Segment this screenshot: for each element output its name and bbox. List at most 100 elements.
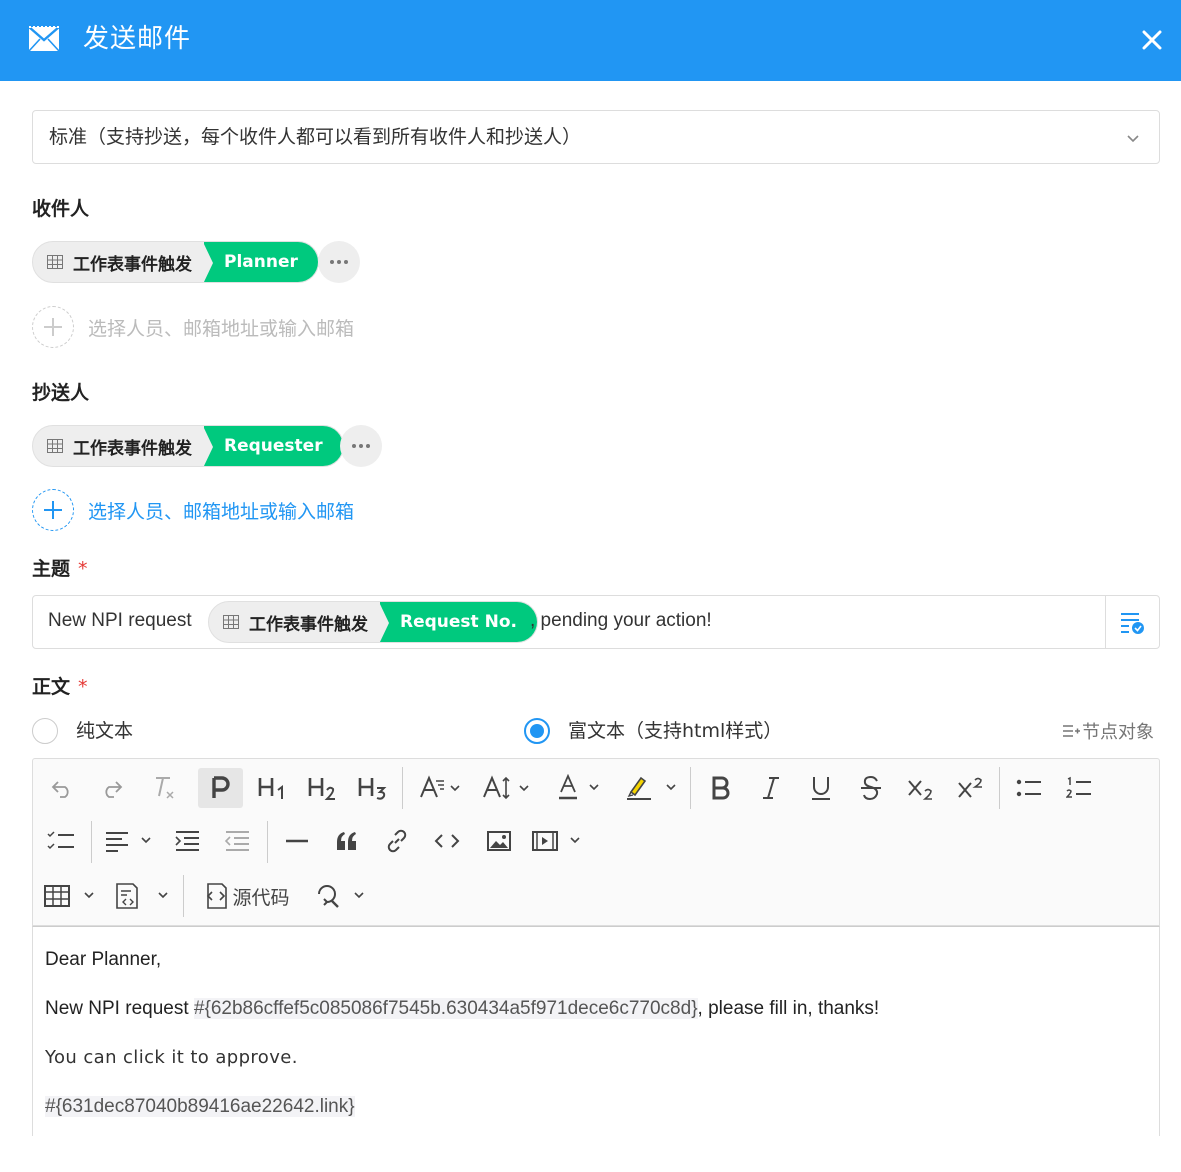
body-line-2-prefix: New NPI request (45, 998, 194, 1019)
cc-label: 抄送人 (32, 382, 90, 404)
recipient-tag[interactable]: 工作表事件触发 Planner (32, 241, 319, 283)
mail-icon (28, 26, 60, 52)
body-line-1: Dear Planner, (45, 949, 162, 970)
source-code-label: 源代码 (232, 887, 290, 909)
checklist-icon (47, 831, 74, 850)
subject-tag-field: Request No. (379, 602, 537, 642)
subject-input[interactable]: New NPI request 工作表事件触发 Request No. , pe… (32, 595, 1160, 649)
line-height-icon (483, 775, 529, 800)
dialog-title: 发送邮件 (83, 24, 192, 54)
subject-tag[interactable]: 工作表事件触发 Request No. (208, 601, 538, 643)
radio-rich-text[interactable] (524, 718, 550, 744)
table-icon (44, 885, 94, 907)
strikethrough-button[interactable] (851, 768, 891, 808)
table-icon (47, 255, 63, 269)
subject-suffix: , pending your action! (530, 610, 712, 631)
clear-format-button[interactable] (143, 768, 185, 808)
toolbar-separator (183, 875, 184, 917)
cc-more-button[interactable] (340, 425, 382, 467)
code-icon (434, 834, 460, 848)
undo-icon (51, 781, 69, 798)
toolbar-separator (999, 767, 1000, 809)
outdent-icon (224, 831, 249, 851)
find-replace-dropdown[interactable] (311, 876, 371, 916)
clear-format-icon (156, 777, 174, 799)
recipients-label: 收件人 (32, 198, 90, 220)
table-icon (47, 439, 63, 453)
insert-field-icon[interactable] (1119, 610, 1145, 634)
link-icon (387, 829, 407, 853)
horizontal-line-button[interactable] (277, 821, 317, 861)
recipient-more-button[interactable] (318, 241, 360, 283)
recipient-add[interactable]: 选择人员、邮箱地址或输入邮箱 (32, 306, 354, 348)
link-button[interactable] (377, 821, 417, 861)
find-replace-icon (318, 885, 364, 908)
cc-add[interactable]: 选择人员、邮箱地址或输入邮箱 (32, 489, 354, 531)
radio-plain-text[interactable] (32, 718, 58, 744)
bulleted-list-icon (1016, 779, 1041, 797)
subject-prefix: New NPI request (48, 610, 192, 631)
body-line-2: New NPI request #{62b86cffef5c085086f754… (45, 998, 879, 1020)
source-code-button[interactable]: 源代码 (195, 876, 295, 916)
table-dropdown[interactable] (41, 876, 101, 916)
indent-button[interactable] (167, 821, 207, 861)
close-icon[interactable] (1138, 26, 1166, 54)
align-dropdown[interactable] (101, 821, 157, 861)
italic-button[interactable] (751, 768, 791, 808)
heading2-icon (308, 778, 335, 800)
quote-icon (337, 832, 356, 850)
heading1-button[interactable] (253, 768, 293, 808)
cc-tag[interactable]: 工作表事件触发 Requester (32, 425, 344, 467)
blockquote-button[interactable] (327, 821, 367, 861)
highlight-dropdown[interactable] (621, 768, 681, 808)
code-block-icon (116, 883, 168, 909)
cc-tag-source-text: 工作表事件触发 (73, 438, 192, 459)
image-button[interactable] (479, 821, 519, 861)
node-object-button[interactable]: 节点对象 (1062, 718, 1154, 744)
font-size-dropdown[interactable] (413, 768, 469, 808)
code-button[interactable] (427, 821, 467, 861)
divider (1105, 596, 1106, 648)
subject-label-text: 主题 (32, 558, 71, 580)
paragraph-button[interactable] (198, 768, 243, 808)
outdent-button[interactable] (217, 821, 257, 861)
send-mode-select[interactable]: 标准（支持抄送，每个收件人都可以看到所有收件人和抄送人） (32, 110, 1160, 164)
toolbar-separator (402, 767, 403, 809)
code-block-dropdown[interactable] (111, 876, 175, 916)
redo-button[interactable] (91, 768, 133, 808)
line-height-dropdown[interactable] (479, 768, 535, 808)
toolbar-separator (267, 821, 268, 863)
media-dropdown[interactable] (529, 821, 587, 861)
highlight-icon (627, 776, 676, 800)
checklist-button[interactable] (41, 821, 81, 861)
node-object-icon (1063, 725, 1080, 737)
bold-button[interactable] (701, 768, 741, 808)
dialog-header: 发送邮件 (0, 0, 1181, 81)
toolbar-separator (690, 767, 691, 809)
subject-tag-source-text: 工作表事件触发 (249, 614, 368, 635)
send-mode-value: 标准（支持抄送，每个收件人都可以看到所有收件人和抄送人） (49, 126, 582, 148)
recipient-add-placeholder: 选择人员、邮箱地址或输入邮箱 (88, 317, 355, 340)
undo-button[interactable] (41, 768, 83, 808)
bulleted-list-button[interactable] (1009, 768, 1049, 808)
heading2-button[interactable] (303, 768, 343, 808)
source-code-icon (207, 883, 228, 909)
cc-tag-source: 工作表事件触发 (33, 426, 204, 466)
bold-icon (712, 776, 730, 800)
subscript-button[interactable] (901, 768, 941, 808)
heading3-button[interactable] (353, 768, 393, 808)
heading3-icon (358, 778, 387, 800)
font-color-dropdown[interactable] (553, 768, 605, 808)
recipient-tag-field: Planner (203, 242, 318, 282)
numbered-list-icon (1066, 776, 1091, 798)
underline-button[interactable] (801, 768, 841, 808)
field-token: #{62b86cffef5c085086f7545b.630434a5f971d… (193, 998, 698, 1019)
email-body-editor[interactable]: Dear Planner, New NPI request #{62b86cff… (32, 926, 1160, 1136)
heading1-icon (258, 778, 283, 799)
numbered-list-button[interactable] (1059, 768, 1099, 808)
superscript-button[interactable] (951, 768, 991, 808)
body-label-text: 正文 (32, 676, 71, 698)
plus-icon (32, 306, 74, 348)
subject-label: 主题 * (32, 556, 88, 582)
redo-icon (105, 781, 123, 798)
